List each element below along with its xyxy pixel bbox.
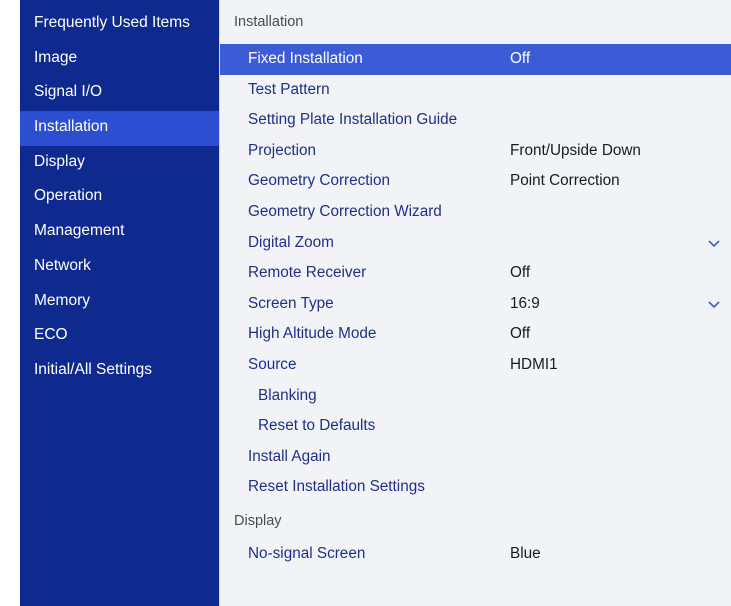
row-label: No-signal Screen: [248, 544, 366, 562]
menu-row-no-signal-screen[interactable]: No-signal Screen Blue: [220, 539, 731, 570]
sidebar-item-signal-io[interactable]: Signal I/O: [20, 76, 219, 111]
row-label: Setting Plate Installation Guide: [248, 111, 458, 129]
sidebar-item-memory[interactable]: Memory: [20, 285, 219, 320]
row-label: Digital Zoom: [248, 233, 334, 251]
sidebar-item-image[interactable]: Image: [20, 42, 219, 77]
menu-row-projection[interactable]: Projection Front/Upside Down: [220, 136, 731, 167]
row-label: Screen Type: [248, 294, 334, 312]
sidebar-item-network[interactable]: Network: [20, 250, 219, 285]
chevron-down-icon[interactable]: [707, 297, 721, 311]
menu-row-geometry-correction[interactable]: Geometry Correction Point Correction: [220, 166, 731, 197]
row-value: Off: [510, 50, 531, 67]
sidebar-item-frequently-used-items[interactable]: Frequently Used Items: [20, 7, 219, 42]
menu-row-source[interactable]: Source HDMI1: [220, 350, 731, 381]
sidebar-item-display[interactable]: Display: [20, 146, 219, 181]
sidebar-item-management[interactable]: Management: [20, 215, 219, 250]
sidebar-item-installation[interactable]: Installation: [20, 111, 219, 146]
row-label: Test Pattern: [248, 80, 330, 98]
menu-row-reset-installation-settings[interactable]: Reset Installation Settings: [220, 472, 731, 503]
row-label: Reset Installation Settings: [248, 478, 425, 496]
row-label: Geometry Correction Wizard: [248, 202, 442, 220]
sidebar: Frequently Used Items Image Signal I/O I…: [20, 0, 220, 606]
section-header-installation: Installation: [220, 0, 731, 44]
menu-row-digital-zoom[interactable]: Digital Zoom: [220, 228, 731, 259]
menu-row-screen-type[interactable]: Screen Type 16:9: [220, 289, 731, 320]
menu-row-geometry-correction-wizard[interactable]: Geometry Correction Wizard: [220, 197, 731, 228]
row-value: Front/Upside Down: [510, 141, 641, 159]
row-label: Reset to Defaults: [258, 417, 376, 435]
sidebar-item-initial-all-settings[interactable]: Initial/All Settings: [20, 354, 219, 389]
menu-row-high-altitude-mode[interactable]: High Altitude Mode Off: [220, 319, 731, 350]
settings-panel: Installation Fixed Installation Off Test…: [220, 0, 731, 606]
row-label: High Altitude Mode: [248, 325, 377, 343]
menu-row-blanking[interactable]: Blanking: [220, 381, 731, 412]
row-label: Blanking: [258, 386, 317, 404]
row-label: Projection: [248, 141, 317, 159]
section-header-display: Display: [220, 502, 731, 539]
menu-row-reset-to-defaults[interactable]: Reset to Defaults: [220, 411, 731, 442]
sidebar-item-eco[interactable]: ECO: [20, 319, 219, 354]
menu-row-setting-plate-installation-guide[interactable]: Setting Plate Installation Guide: [220, 105, 731, 136]
row-label: Fixed Installation: [248, 50, 363, 67]
row-label: Geometry Correction: [248, 172, 390, 190]
row-value: HDMI1: [510, 355, 558, 373]
row-value: Blue: [510, 544, 541, 562]
row-value: 16:9: [510, 294, 540, 312]
chevron-down-icon[interactable]: [707, 236, 721, 250]
row-value: Off: [510, 264, 531, 282]
settings-window: Frequently Used Items Image Signal I/O I…: [20, 0, 731, 606]
row-label: Install Again: [248, 447, 331, 465]
row-label: Source: [248, 355, 297, 373]
row-label: Remote Receiver: [248, 264, 367, 282]
menu-row-install-again[interactable]: Install Again: [220, 442, 731, 473]
sidebar-item-operation[interactable]: Operation: [20, 180, 219, 215]
menu-row-remote-receiver[interactable]: Remote Receiver Off: [220, 258, 731, 289]
menu-row-test-pattern[interactable]: Test Pattern: [220, 75, 731, 106]
row-value: Point Correction: [510, 172, 620, 190]
menu-row-fixed-installation[interactable]: Fixed Installation Off: [220, 44, 731, 75]
row-value: Off: [510, 325, 531, 343]
